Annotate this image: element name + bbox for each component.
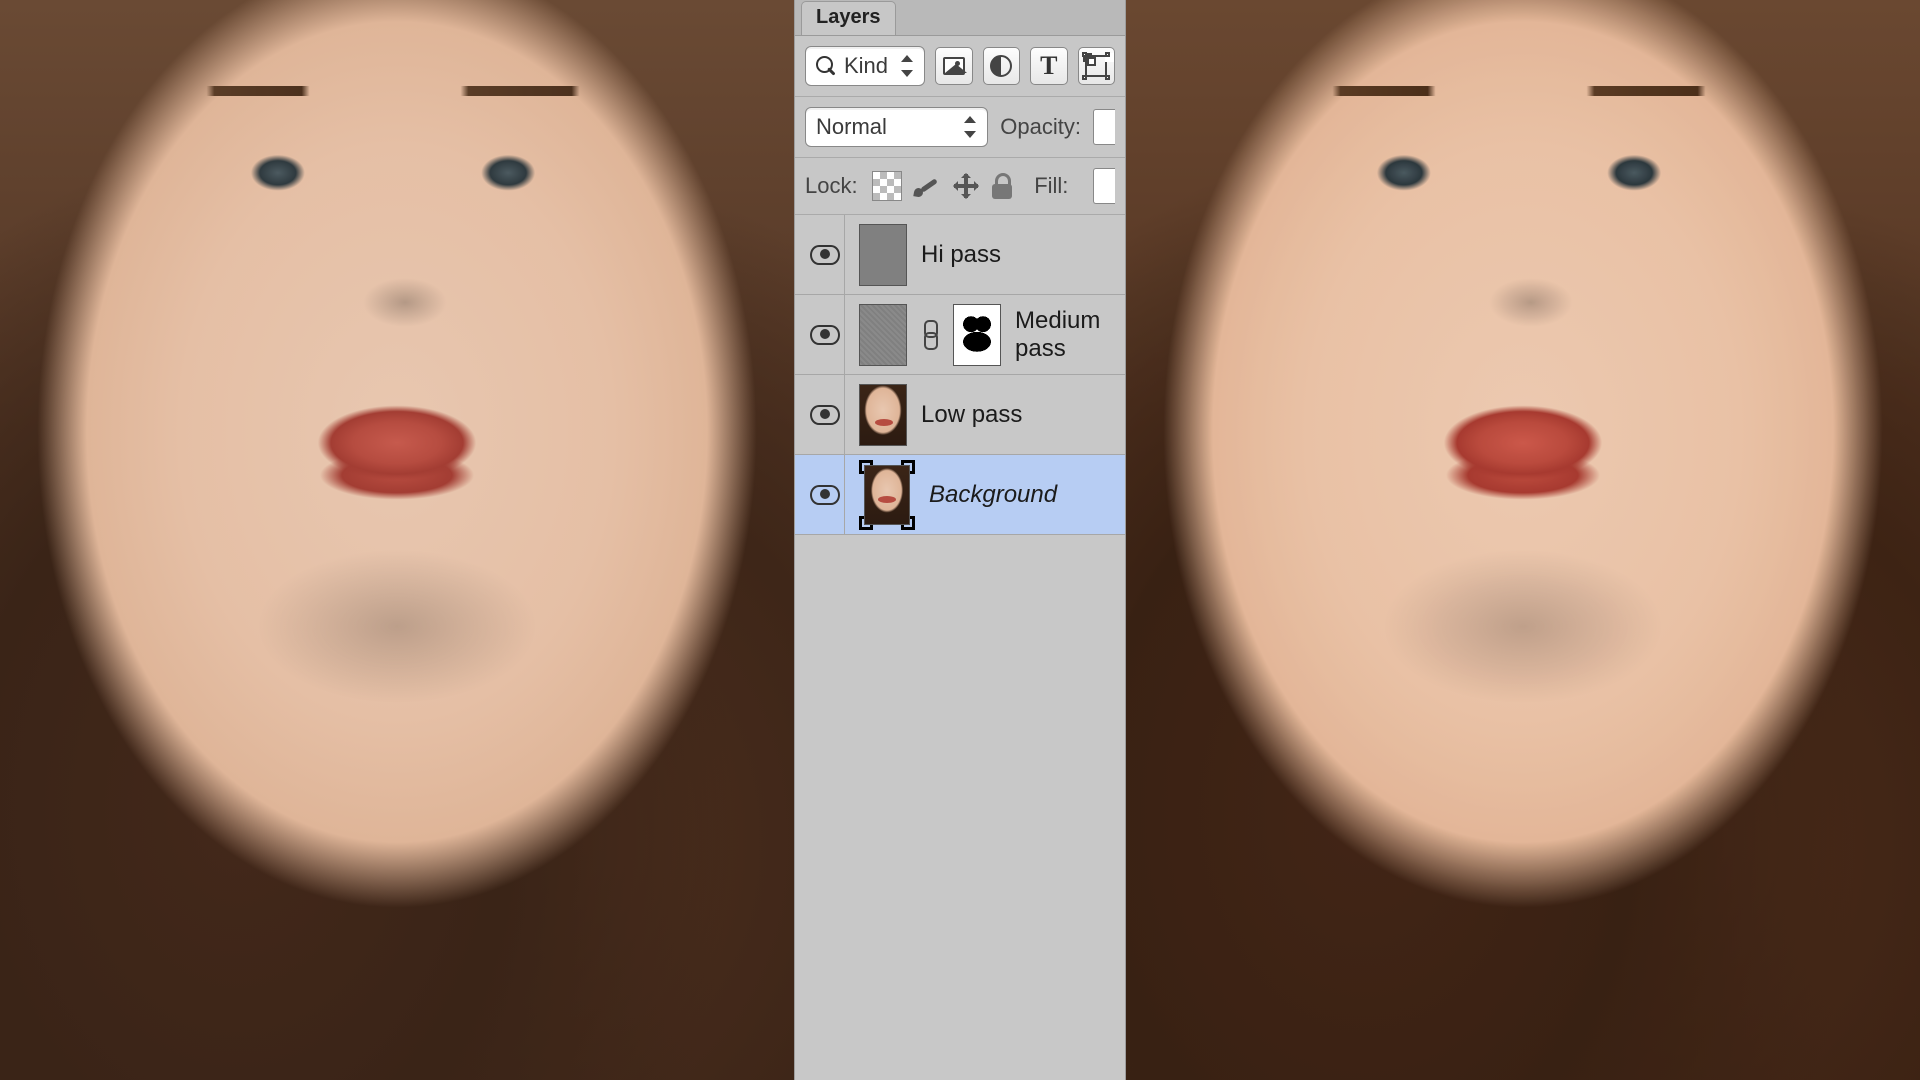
opacity-input[interactable] (1093, 109, 1115, 145)
adjustment-filter-icon (990, 55, 1012, 77)
filter-type-layers-button[interactable]: T (1030, 47, 1068, 85)
layer-row-background[interactable]: Background (795, 455, 1125, 535)
layer-filter-row: Kind T (795, 36, 1125, 97)
after-image (1126, 0, 1920, 1080)
layer-thumbnail[interactable] (859, 224, 907, 286)
layer-thumbnail-active[interactable] (859, 460, 915, 530)
layer-thumbnail[interactable] (859, 384, 907, 446)
blend-opacity-row: Normal Opacity: (795, 97, 1125, 158)
type-filter-icon: T (1040, 53, 1057, 79)
layer-mask-thumbnail[interactable] (953, 304, 1001, 366)
filter-kind-value: Kind (844, 53, 888, 79)
dropdown-arrows-icon (963, 116, 977, 138)
lock-label: Lock: (805, 173, 858, 199)
lock-all-button[interactable] (990, 173, 1014, 199)
dropdown-arrows-icon (900, 55, 914, 77)
layer-name-label: Medium pass (1015, 307, 1115, 363)
lock-transparency-button[interactable] (872, 171, 902, 201)
before-image (0, 0, 794, 1080)
filter-kind-select[interactable]: Kind (805, 46, 925, 86)
lock-position-button[interactable] (952, 172, 980, 200)
layer-list: Hi pass Medium pass Low pass (795, 215, 1125, 1080)
blend-mode-value: Normal (816, 114, 887, 140)
lock-pixels-button[interactable] (912, 171, 942, 201)
layers-panel: Layers Kind T (794, 0, 1126, 1080)
blend-mode-select[interactable]: Normal (805, 107, 988, 147)
fill-input[interactable] (1093, 168, 1115, 204)
layer-row-hi-pass[interactable]: Hi pass (795, 215, 1125, 295)
layer-name-label: Hi pass (921, 241, 1001, 269)
layer-name-label: Background (929, 481, 1057, 509)
lock-fill-row: Lock: Fill: (795, 158, 1125, 215)
layer-name-label: Low pass (921, 401, 1022, 429)
layer-row-medium-pass[interactable]: Medium pass (795, 295, 1125, 375)
panel-tabbar: Layers (795, 0, 1125, 36)
visibility-toggle-icon[interactable] (810, 405, 840, 425)
visibility-toggle-icon[interactable] (810, 485, 840, 505)
filter-shape-layers-button[interactable] (1078, 47, 1116, 85)
link-mask-icon[interactable] (921, 320, 939, 350)
opacity-label: Opacity: (1000, 114, 1081, 140)
layers-tab[interactable]: Layers (801, 1, 896, 35)
filter-adjustment-layers-button[interactable] (983, 47, 1021, 85)
visibility-toggle-icon[interactable] (810, 325, 840, 345)
layer-thumbnail[interactable] (859, 304, 907, 366)
visibility-toggle-icon[interactable] (810, 245, 840, 265)
fill-label: Fill: (1034, 173, 1068, 199)
image-filter-icon (943, 57, 965, 75)
shape-filter-icon (1085, 55, 1107, 77)
layer-row-low-pass[interactable]: Low pass (795, 375, 1125, 455)
search-icon (816, 56, 836, 76)
filter-pixel-layers-button[interactable] (935, 47, 973, 85)
